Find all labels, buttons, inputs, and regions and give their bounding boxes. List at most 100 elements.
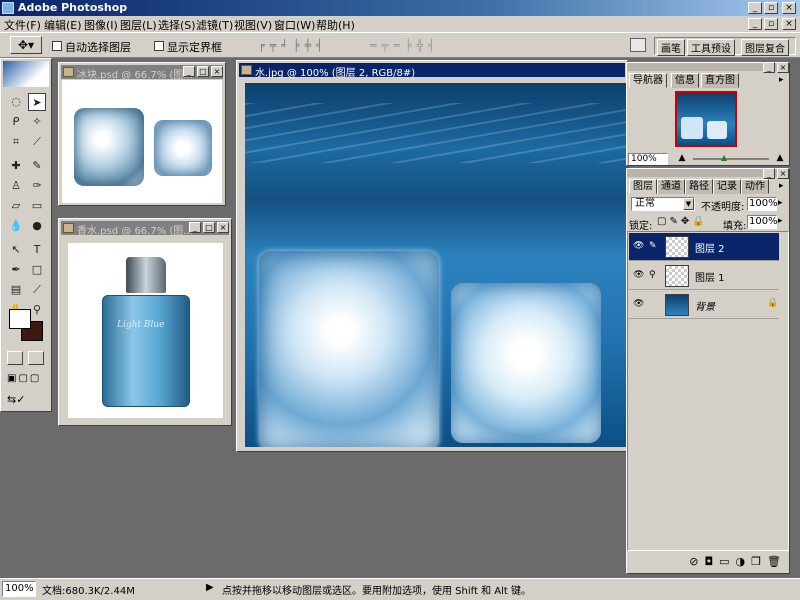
layer-style-icon[interactable]: ⊘ [689, 555, 704, 568]
palette-well-tab-layer-comps[interactable]: 图层复合 [741, 39, 789, 56]
menu-help[interactable]: 帮助(H) [316, 17, 355, 33]
file-browser-icon[interactable] [630, 38, 646, 52]
link-icon[interactable]: ⚲ [649, 270, 656, 280]
new-set-icon[interactable]: ▭ [719, 555, 735, 568]
tab-layers[interactable]: 图层 [629, 179, 657, 194]
layer-row-background[interactable]: 👁 背景 🔒 [629, 291, 779, 319]
history-brush-icon[interactable]: ✑ [28, 177, 46, 195]
show-bounds-checkbox[interactable] [154, 41, 164, 51]
chevron-down-icon[interactable]: ▼ [683, 198, 694, 210]
zoom-in-icon[interactable]: ▲ [773, 153, 787, 165]
tab-histogram[interactable]: 直方图 [701, 73, 739, 88]
marquee-tool-icon[interactable]: ◌ [7, 93, 25, 111]
lock-icons[interactable]: ▢✎✥🔒 [657, 216, 727, 228]
tab-info[interactable]: 信息 [671, 73, 699, 88]
perfume-close-button[interactable]: × [217, 222, 229, 233]
navigator-close-button[interactable]: × [777, 62, 789, 73]
ice-close-button[interactable]: × [211, 66, 223, 77]
navigator-zoom-input[interactable]: 100% [628, 153, 668, 165]
blend-mode-select[interactable]: 正常 ▼ [631, 197, 695, 211]
ice-document-title-bar[interactable]: 冰块.psd @ 66.7% (图... _ □ × [61, 65, 223, 81]
auto-select-checkbox[interactable] [52, 41, 62, 51]
blur-tool-icon[interactable]: 💧 [7, 217, 25, 235]
perfume-document-window[interactable]: 香水.psd @ 66.7% (图... _ □ × Light Blue [58, 218, 232, 426]
clone-stamp-icon[interactable]: ♙ [7, 177, 25, 195]
perfume-minimize-button[interactable]: _ [189, 222, 201, 233]
new-layer-icon[interactable]: ❐ [751, 555, 767, 568]
eyedropper-icon[interactable]: ⟋ [28, 281, 46, 299]
menu-window[interactable]: 窗口(W) [274, 17, 315, 33]
palette-well-tab-brushes[interactable]: 画笔 [657, 39, 685, 56]
path-selection-icon[interactable]: ↖ [7, 241, 25, 259]
opacity-arrow-icon[interactable]: ▸ [778, 198, 783, 208]
status-zoom-input[interactable]: 100% [2, 581, 36, 597]
perfume-canvas[interactable]: Light Blue [68, 243, 223, 418]
layer-action-buttons[interactable]: ⊘◘▭◑❐🗑 [647, 555, 787, 569]
brush-tool-icon[interactable]: ✎ [28, 157, 46, 175]
lasso-tool-icon[interactable]: ᑭ [7, 113, 25, 131]
adobe-online-logo[interactable] [3, 61, 49, 87]
status-arrow-icon[interactable]: ▶ [206, 582, 214, 593]
tab-history[interactable]: 记录 [713, 179, 741, 194]
layers-close-button[interactable]: × [777, 168, 789, 179]
tab-actions[interactable]: 动作 [741, 179, 769, 194]
panel-menu-arrow-icon[interactable]: ▸ [779, 75, 784, 85]
restore-button[interactable]: ▫ [764, 2, 778, 14]
align-icons[interactable]: ╒╤╛╞╪╡ [258, 39, 358, 53]
eraser-tool-icon[interactable]: ▱ [7, 197, 25, 215]
fill-input[interactable]: 100% [747, 215, 778, 229]
zoom-slider-track[interactable] [693, 158, 769, 160]
layer-row-layer-2[interactable]: 👁 ✎ 图层 2 [629, 233, 779, 261]
menu-edit[interactable]: 编辑(E) [44, 17, 82, 33]
tab-paths[interactable]: 路径 [685, 179, 713, 194]
zoom-out-icon[interactable]: ▲ [675, 153, 689, 165]
menu-select[interactable]: 选择(S) [158, 17, 196, 33]
ice-maximize-button[interactable]: □ [197, 66, 209, 77]
layers-minimize-button[interactable]: _ [763, 168, 775, 179]
perfume-document-title-bar[interactable]: 香水.psd @ 66.7% (图... _ □ × [61, 221, 229, 237]
water-document-title-bar[interactable]: 水.jpg @ 100% (图层 2, RGB/8#) [239, 63, 625, 79]
menu-file[interactable]: 文件(F) [4, 17, 41, 33]
water-document-window[interactable]: 水.jpg @ 100% (图层 2, RGB/8#) [236, 60, 629, 452]
shape-tool-icon[interactable]: □ [28, 261, 46, 279]
move-tool-icon[interactable]: ➤ [28, 93, 46, 111]
ice-document-window[interactable]: 冰块.psd @ 66.7% (图... _ □ × [58, 62, 226, 206]
menu-filter[interactable]: 滤镜(T) [196, 17, 233, 33]
fill-arrow-icon[interactable]: ▸ [778, 216, 783, 226]
crop-tool-icon[interactable]: ⌗ [7, 133, 25, 151]
standard-mode-icon[interactable] [7, 351, 23, 365]
healing-brush-icon[interactable]: ✚ [7, 157, 25, 175]
zoom-slider-thumb[interactable]: ▲ [721, 153, 729, 163]
pen-tool-icon[interactable]: ✒ [7, 261, 25, 279]
slice-tool-icon[interactable]: ⟋ [28, 133, 46, 151]
quick-mask-icon[interactable] [28, 351, 44, 365]
water-canvas[interactable] [245, 83, 629, 447]
doc-minimize-button[interactable]: _ [748, 18, 762, 30]
jump-to-imageready-icon[interactable]: ⇆✓ [7, 393, 47, 407]
menu-layer[interactable]: 图层(L) [120, 17, 157, 33]
delete-layer-icon[interactable]: 🗑 [767, 555, 787, 568]
navigator-minimize-button[interactable]: _ [763, 62, 775, 73]
distribute-icons[interactable]: ═╤═╞╬╡ [370, 39, 470, 53]
notes-tool-icon[interactable]: ▤ [7, 281, 25, 299]
type-tool-icon[interactable]: T [28, 241, 46, 259]
doc-restore-button[interactable]: ▫ [764, 18, 778, 30]
doc-close-button[interactable]: × [782, 18, 796, 30]
close-button[interactable]: × [782, 2, 796, 14]
screen-mode-icons[interactable]: ▣▢▢ [7, 373, 47, 385]
ice-canvas[interactable] [62, 80, 222, 203]
layer-mask-icon[interactable]: ◘ [704, 555, 719, 568]
tab-navigator[interactable]: 导航器 [629, 73, 667, 88]
foreground-color-swatch[interactable] [9, 309, 31, 329]
panel-menu-arrow-icon[interactable]: ▸ [779, 181, 784, 191]
tab-channels[interactable]: 通道 [657, 179, 685, 194]
menu-view[interactable]: 视图(V) [234, 17, 272, 33]
perfume-maximize-button[interactable]: □ [203, 222, 215, 233]
move-tool-preset-picker[interactable]: ✥▾ [10, 36, 42, 54]
menu-image[interactable]: 图像(I) [84, 17, 118, 33]
palette-well-tab-tool-presets[interactable]: 工具预设 [687, 39, 735, 56]
gradient-tool-icon[interactable]: ▭ [28, 197, 46, 215]
navigator-thumbnail[interactable] [675, 91, 737, 147]
layer-row-layer-1[interactable]: 👁 ⚲ 图层 1 [629, 262, 779, 290]
adjustment-layer-icon[interactable]: ◑ [736, 555, 752, 568]
